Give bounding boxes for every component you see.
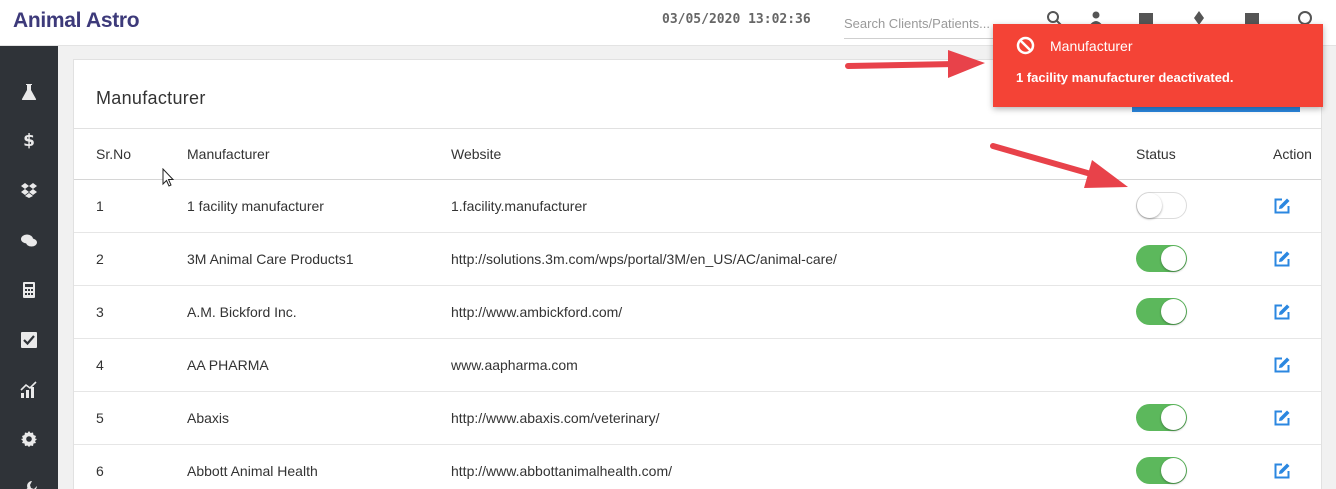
cell-website: http://www.abbottanimalhealth.com/ — [451, 444, 1114, 489]
cell-status — [1114, 444, 1235, 489]
edit-icon[interactable] — [1273, 303, 1291, 321]
manufacturer-table: Sr.No Manufacturer Website Status Action… — [74, 129, 1321, 489]
table-row: 11 facility manufacturer 1.facility.manuf… — [74, 179, 1321, 233]
table-row: 3 A.M. Bickford Inc. http://www.ambickford… — [74, 285, 1321, 339]
toggle-knob — [1161, 299, 1186, 324]
cell-status — [1114, 338, 1235, 392]
datetime-display: 03/05/2020 13:02:36 — [662, 12, 811, 27]
toggle-knob — [1161, 458, 1186, 483]
cell-srno: 1 — [74, 179, 165, 233]
column-header-manufacturer[interactable]: Manufacturer — [165, 129, 451, 180]
toggle-knob — [1161, 246, 1186, 271]
table-row: 4 AA PHARMA www.aapharma.com — [74, 338, 1321, 392]
status-toggle[interactable] — [1136, 404, 1187, 431]
checkbox-icon — [21, 332, 37, 348]
calculator-icon — [23, 282, 35, 298]
table-row: 2 3M Animal Care Products1 http://solution… — [74, 232, 1321, 286]
table-row: 5 Abaxis http://www.abaxis.com/veterinary/ — [74, 391, 1321, 445]
column-header-action: Action — [1235, 129, 1321, 180]
app-logo[interactable]: Animal Astro — [13, 9, 140, 33]
sidebar-item-inventory[interactable] — [0, 170, 58, 210]
sidebar-item-tools[interactable] — [0, 469, 58, 489]
edit-icon[interactable] — [1273, 356, 1291, 374]
dollar-icon: $ — [23, 131, 35, 151]
gear-icon — [21, 431, 37, 447]
status-toggle[interactable] — [1136, 192, 1187, 219]
sidebar: $ — [0, 46, 58, 489]
chart-icon — [20, 381, 37, 398]
toast-message: 1 facility manufacturer deactivated. — [1016, 70, 1234, 85]
cell-manufacturer: A.M. Bickford Inc. — [165, 285, 451, 339]
cell-action — [1235, 338, 1321, 392]
cell-manufacturer: 3M Animal Care Products1 — [165, 232, 451, 286]
table-row: 6 Abbott Animal Health http://www.abbottan… — [74, 444, 1321, 489]
toggle-knob — [1137, 193, 1162, 218]
sidebar-item-lab[interactable] — [0, 72, 58, 112]
cell-action — [1235, 285, 1321, 339]
status-toggle[interactable] — [1136, 245, 1187, 272]
cell-status — [1114, 232, 1235, 286]
cell-status — [1114, 391, 1235, 445]
edit-icon[interactable] — [1273, 250, 1291, 268]
column-header-srno[interactable]: Sr.No — [74, 129, 165, 180]
status-toggle[interactable] — [1136, 298, 1187, 325]
cell-website: 1.facility.manufacturer — [451, 179, 1114, 233]
cell-website: http://solutions.3m.com/wps/portal/3M/en… — [451, 232, 1114, 286]
column-header-website[interactable]: Website — [451, 129, 1114, 180]
ban-icon — [1016, 36, 1035, 55]
edit-icon[interactable] — [1273, 409, 1291, 427]
cell-srno: 5 — [74, 391, 165, 445]
sidebar-item-tasks[interactable] — [0, 320, 58, 360]
cell-srno: 4 — [74, 338, 165, 392]
cell-action — [1235, 391, 1321, 445]
wrench-icon — [26, 481, 37, 489]
sidebar-item-billing[interactable]: $ — [0, 121, 58, 161]
cell-manufacturer: Abaxis — [165, 391, 451, 445]
sidebar-item-reports[interactable] — [0, 370, 58, 410]
toast-notification[interactable]: Manufacturer 1 facility manufacturer dea… — [993, 24, 1323, 107]
flask-icon — [21, 84, 37, 100]
cell-srno: 6 — [74, 444, 165, 489]
cell-website: http://www.abaxis.com/veterinary/ — [451, 391, 1114, 445]
cell-website: http://www.ambickford.com/ — [451, 285, 1114, 339]
cell-action — [1235, 179, 1321, 233]
column-header-status: Status — [1114, 129, 1235, 180]
cell-manufacturer: AA PHARMA — [165, 338, 451, 392]
page-title: Manufacturer — [96, 88, 206, 108]
cell-srno: 2 — [74, 232, 165, 286]
dropbox-icon — [21, 183, 37, 198]
toast-title: Manufacturer — [1050, 38, 1133, 54]
sidebar-item-calculator[interactable] — [0, 270, 58, 310]
status-toggle[interactable] — [1136, 457, 1187, 484]
sidebar-item-settings[interactable] — [0, 419, 58, 459]
table-header-row: Sr.No Manufacturer Website Status Action — [74, 129, 1321, 180]
comments-icon — [21, 234, 37, 247]
cell-srno: 3 — [74, 285, 165, 339]
edit-icon[interactable] — [1273, 197, 1291, 215]
cell-manufacturer: 1 facility manufacturer — [165, 179, 451, 233]
manufacturer-panel: Manufacturer Sr.No Manufacturer Website … — [73, 59, 1322, 489]
cell-manufacturer: Abbott Animal Health — [165, 444, 451, 489]
cell-action — [1235, 232, 1321, 286]
toggle-knob — [1161, 405, 1186, 430]
cell-status — [1114, 179, 1235, 233]
sidebar-item-messages[interactable] — [0, 221, 58, 261]
cell-website: www.aapharma.com — [451, 338, 1114, 392]
cell-status — [1114, 285, 1235, 339]
edit-icon[interactable] — [1273, 462, 1291, 480]
mouse-cursor-icon — [162, 168, 175, 187]
cell-action — [1235, 444, 1321, 489]
